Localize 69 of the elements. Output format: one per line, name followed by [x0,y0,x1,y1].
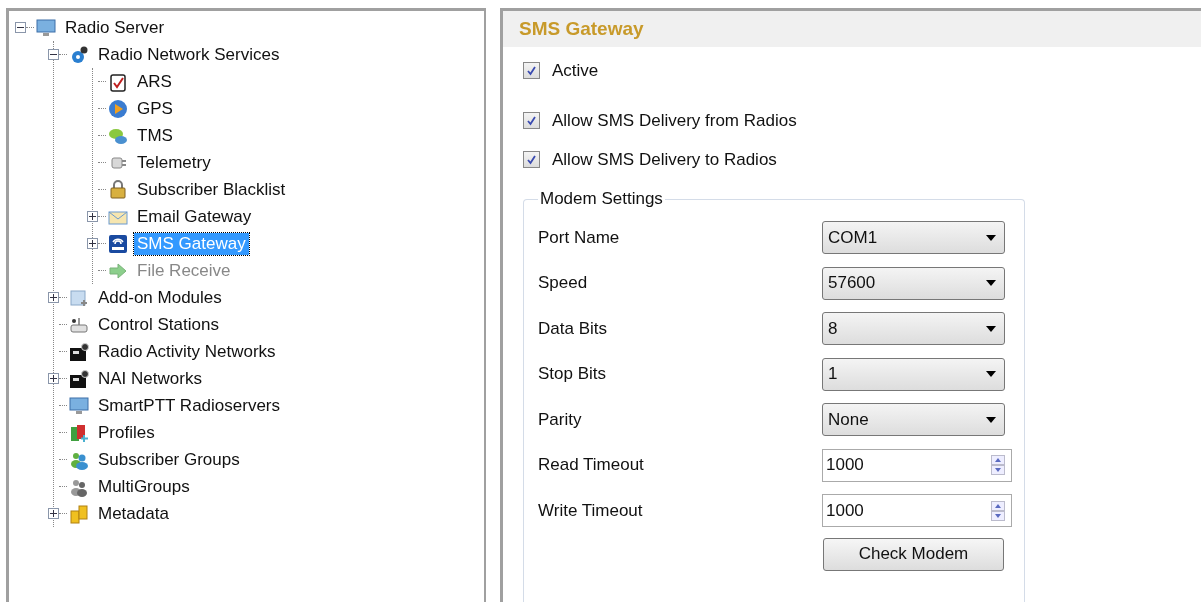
tree-item[interactable]: Add-on Modules [95,286,225,309]
arrow-icon [108,260,128,281]
dropdown[interactable]: 57600 [822,266,1005,300]
field-label: Speed [538,273,589,294]
tree-item[interactable]: Subscriber Blacklist [134,178,289,201]
dropdown[interactable]: 1 [822,357,1005,391]
expand-icon[interactable] [48,292,59,303]
sms-icon [108,233,128,254]
caret-icon [986,280,996,287]
caret-icon [986,325,996,332]
expand-icon[interactable] [48,373,59,384]
expand-icon[interactable] [48,508,59,519]
checkmark-icon [526,115,537,126]
radio-icon [69,368,89,389]
collapse-icon[interactable] [15,22,26,33]
checkbox[interactable] [523,62,540,79]
tree-item[interactable]: Radio Server [62,16,168,39]
field-label: Write Timeout [538,500,644,521]
monitor-icon [36,17,56,38]
expand-icon[interactable] [87,238,98,249]
globe-icon [108,98,128,119]
collapse-icon[interactable] [48,49,59,60]
tree-item[interactable]: Subscriber Groups [95,448,243,471]
dropdown[interactable]: None [822,403,1005,437]
lock-icon [108,179,128,200]
checkbox[interactable] [523,112,540,129]
check-modem-button[interactable]: Check Modem [823,537,1004,571]
checkbox-label: Allow SMS Delivery to Radios [552,149,777,170]
number-field[interactable]: 1000 [822,448,1012,482]
tree-item[interactable]: Radio Network Services [95,43,283,66]
database-icon [69,503,89,524]
caret-icon [986,234,996,241]
group-title: Modem Settings [539,189,664,209]
checkbox-label: Active [552,60,599,81]
checkbox[interactable] [523,151,540,168]
tree-item[interactable]: MultiGroups [95,475,193,498]
tree-item[interactable]: TMS [134,124,176,147]
tree-item[interactable]: Email Gateway [134,205,255,228]
caret-icon [986,416,996,423]
caret-icon [986,371,996,378]
tree-item[interactable]: ARS [134,70,175,93]
spinner-icon[interactable] [991,455,1005,476]
number-field[interactable]: 1000 [822,494,1012,528]
checkbox-label: Allow SMS Delivery from Radios [552,110,797,131]
checkmark-icon [526,65,537,76]
tree-item[interactable]: Telemetry [134,151,214,174]
spinner-icon[interactable] [991,500,1005,521]
field-label: Stop Bits [538,364,608,385]
gear-icon [69,44,89,65]
field-label: Read Timeout [538,455,645,476]
tree-item[interactable]: NAI Networks [95,367,205,390]
tree-item[interactable]: Control Stations [95,313,222,336]
checkmark-icon [526,154,537,165]
field-label: Parity [538,409,583,430]
tree-item[interactable]: Profiles [95,421,158,444]
dropdown[interactable]: 8 [822,312,1005,346]
panel-title: SMS Gateway [503,11,1201,47]
clipboard-icon [108,71,128,92]
radio-icon [69,341,89,362]
field-label: Data Bits [538,318,608,339]
dropdown[interactable]: COM1 [822,221,1005,255]
tree-item[interactable]: Radio Activity Networks [95,340,279,363]
monitor-icon [69,395,89,416]
field-label: Port Name [538,227,621,248]
tree-item[interactable]: Metadata [95,502,172,525]
tree-item[interactable]: GPS [134,97,176,120]
expand-icon[interactable] [87,211,98,222]
profile-icon [69,422,89,443]
tree-item[interactable]: SmartPTT Radioservers [95,394,283,417]
